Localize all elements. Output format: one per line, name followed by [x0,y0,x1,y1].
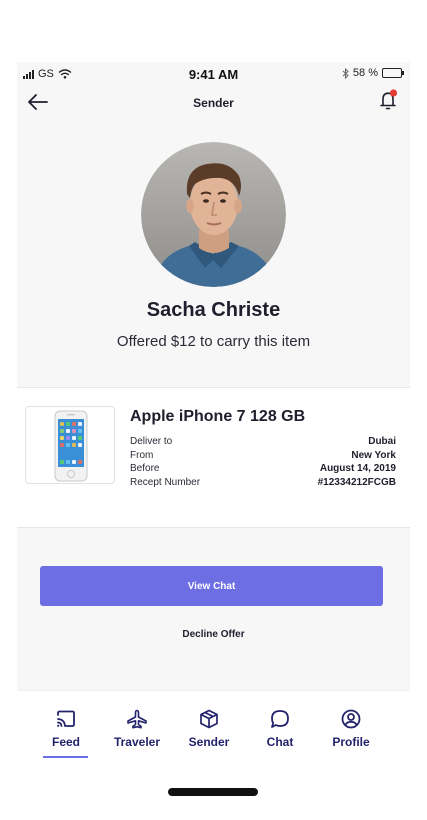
battery-percent: 58 % [352,67,378,79]
tab-feed[interactable]: Feed [36,709,96,749]
nav-bar: Sender [17,88,410,118]
tab-chat[interactable]: Chat [250,709,310,749]
home-indicator[interactable] [168,788,258,796]
smartphone-icon [54,410,88,482]
detail-value: New York [351,449,396,461]
tab-label: Chat [266,735,294,749]
detail-label: Recept Number [130,476,201,488]
status-bar: GS 9:41 AM 58 % [17,62,410,86]
page-title: Sender [193,96,234,110]
battery-icon [382,68,404,78]
tab-label: Profile [332,735,370,749]
detail-label: From [130,449,154,461]
item-details: Deliver to Dubai From New York Before Au… [130,435,396,489]
decline-offer-button[interactable]: Decline Offer [17,629,410,640]
detail-row-before: Before August 14, 2019 [130,462,396,476]
view-chat-button[interactable]: View Chat [40,566,383,606]
tab-sender[interactable]: Sender [179,709,239,749]
tab-traveler[interactable]: Traveler [107,709,167,749]
tab-profile[interactable]: Profile [321,709,381,749]
tab-label: Traveler [113,735,161,749]
active-tab-indicator [43,756,88,758]
detail-label: Before [130,463,160,474]
package-icon [200,709,218,729]
cast-icon [57,710,75,727]
item-title: Apple iPhone 7 128 GB [130,408,306,425]
chat-bubble-icon [271,710,289,728]
notification-button[interactable] [378,88,400,112]
avatar-image [141,142,286,287]
detail-label: Deliver to [130,436,173,447]
status-right: 58 % [342,67,404,79]
detail-row-from: From New York [130,449,396,463]
tab-label: Feed [51,735,80,749]
notification-dot [389,89,398,97]
offer-text: Offered $12 to carry this item [116,333,311,350]
user-circle-icon [341,709,361,729]
product-image [25,406,115,484]
bluetooth-icon [342,67,349,79]
detail-row-receipt-number: Recept Number #12334212FCGB [130,476,396,490]
tab-bar: Feed Traveler Sender Chat Profile [17,690,410,797]
avatar [141,142,286,287]
detail-value: #12334212FCGB [317,476,396,488]
detail-row-deliver-to: Deliver to Dubai [130,435,396,449]
detail-value: August 14, 2019 [319,463,396,474]
detail-value: Dubai [368,436,396,447]
airplane-icon [127,709,147,729]
tab-label: Sender [188,735,230,749]
user-name: Sacha Christe [146,299,281,321]
bell-icon [380,89,398,110]
phone-screen: GS 9:41 AM 58 % Sender Sacha Christe Off… [17,62,410,797]
item-card: Apple iPhone 7 128 GB Deliver to Dubai F… [17,387,410,528]
